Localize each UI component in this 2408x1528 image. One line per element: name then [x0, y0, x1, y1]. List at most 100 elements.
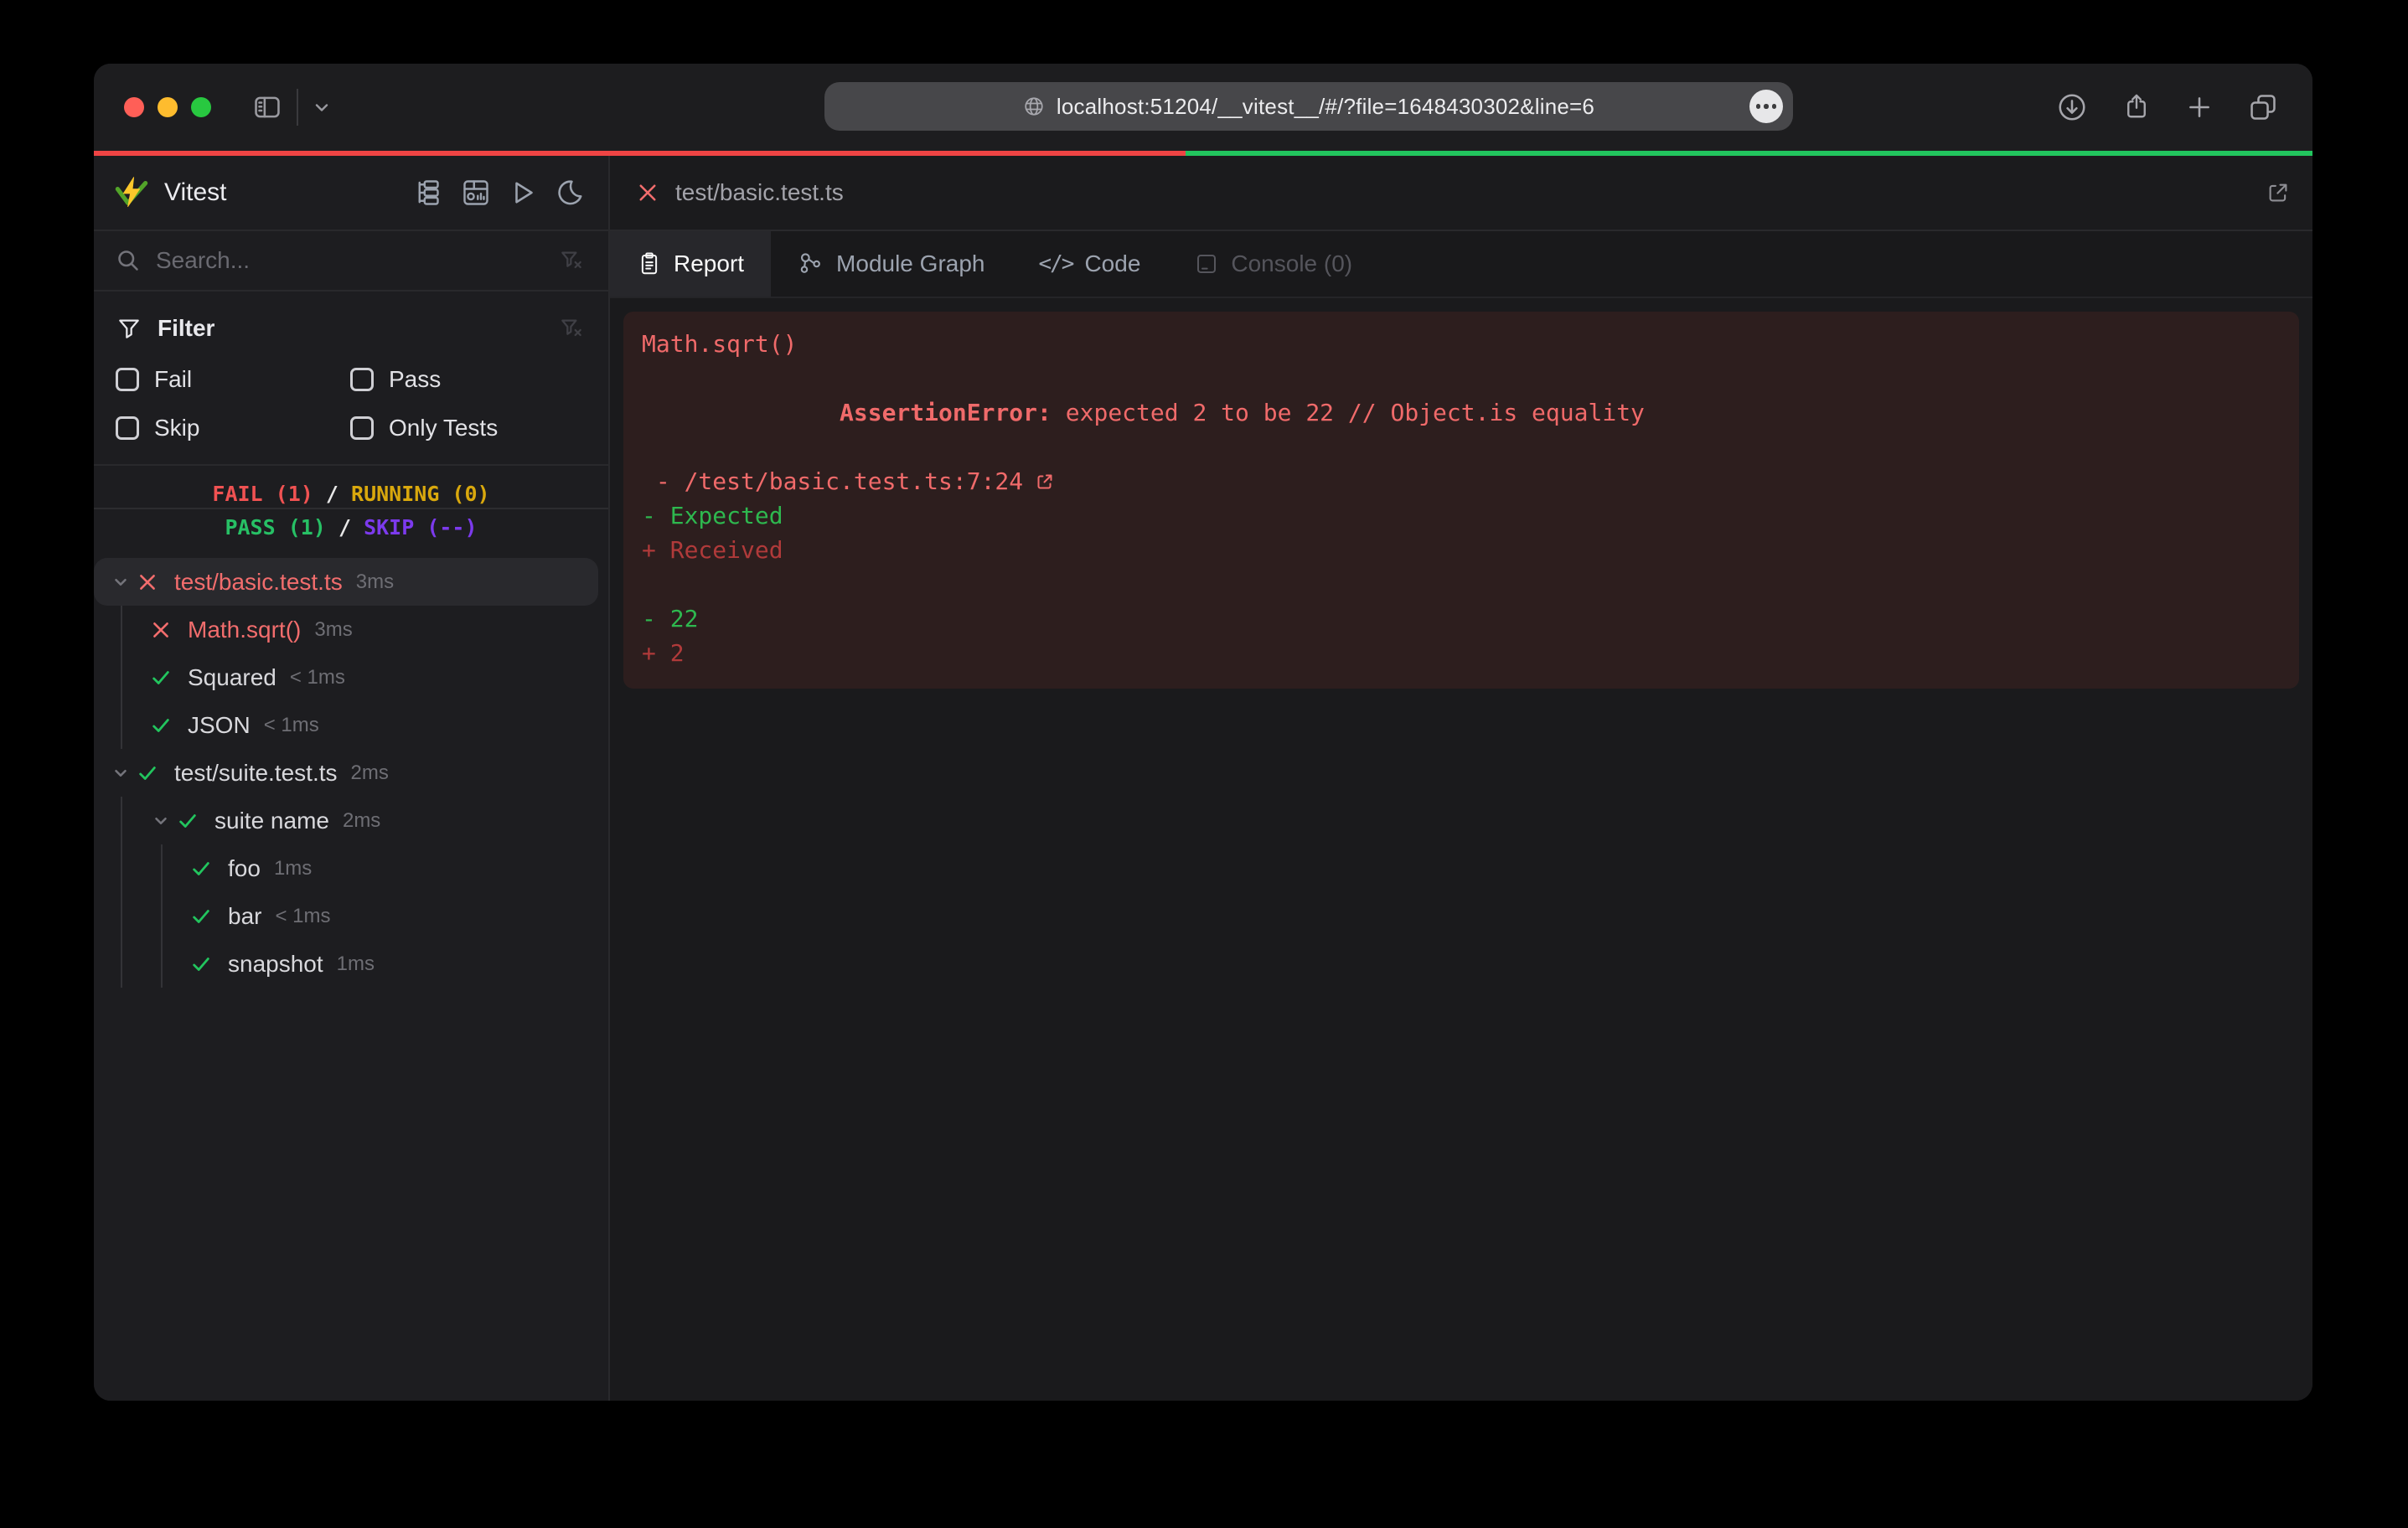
- tree-item-file-basic[interactable]: test/basic.test.ts 3ms: [94, 558, 598, 606]
- url-text: localhost:51204/__vitest__/#/?file=16484…: [1057, 94, 1594, 120]
- toolbar-divider: [297, 89, 298, 126]
- tree-item-duration: 3ms: [314, 618, 352, 642]
- tree-item-suite-name[interactable]: suite name 2ms: [94, 797, 598, 844]
- filter-checkbox-skip[interactable]: Skip: [116, 412, 350, 444]
- tree-item-test-json[interactable]: JSON < 1ms: [94, 701, 598, 749]
- pass-icon: [134, 762, 161, 784]
- search-input[interactable]: [156, 247, 558, 274]
- checkbox[interactable]: [116, 416, 139, 440]
- console-icon: [1194, 251, 1219, 276]
- pass-icon: [174, 810, 201, 832]
- tree-item-duration: 1ms: [337, 952, 375, 976]
- tree-item-label: foo: [228, 855, 261, 882]
- tree-item-label: Math.sqrt(): [188, 617, 301, 643]
- zoom-window-button[interactable]: [191, 97, 211, 117]
- checkbox[interactable]: [350, 416, 374, 440]
- browser-toolbar: localhost:51204/__vitest__/#/?file=16484…: [94, 64, 2312, 151]
- open-in-editor-icon[interactable]: [2266, 180, 2291, 205]
- tree-item-file-suite[interactable]: test/suite.test.ts 2ms: [94, 749, 598, 797]
- tree-item-test-snapshot[interactable]: snapshot 1ms: [94, 940, 598, 988]
- tree-item-test-bar[interactable]: bar < 1ms: [94, 892, 598, 940]
- tab-console[interactable]: Console (0): [1167, 231, 1379, 297]
- summary-skip-count: SKIP (--): [364, 515, 477, 539]
- chevron-down-icon[interactable]: [147, 812, 174, 830]
- clear-filter-icon[interactable]: [558, 315, 585, 342]
- checkbox-label: Fail: [154, 366, 192, 393]
- sidebar-toggle-icon[interactable]: [251, 91, 283, 123]
- pass-icon: [147, 715, 174, 736]
- fail-icon: [134, 572, 161, 592]
- checkbox[interactable]: [350, 368, 374, 391]
- diff-received-value: + 2: [642, 636, 2281, 670]
- chevron-down-icon[interactable]: [107, 573, 134, 591]
- tree-item-test-squared[interactable]: Squared < 1ms: [94, 653, 598, 701]
- close-window-button[interactable]: [124, 97, 144, 117]
- tree-item-duration: < 1ms: [290, 666, 345, 689]
- vitest-logo-icon: [114, 175, 149, 210]
- address-bar[interactable]: localhost:51204/__vitest__/#/?file=16484…: [824, 82, 1793, 131]
- screen: localhost:51204/__vitest__/#/?file=16484…: [0, 0, 2408, 1528]
- app-title: Vitest: [164, 178, 227, 207]
- code-icon: </>: [1038, 251, 1072, 276]
- tab-report[interactable]: Report: [610, 231, 771, 297]
- filter-checkbox-pass[interactable]: Pass: [350, 364, 585, 395]
- checkbox-label: Pass: [389, 366, 441, 393]
- tab-label: Report: [674, 250, 744, 277]
- dark-mode-toggle-icon[interactable]: [555, 178, 585, 208]
- report-view: Math.sqrt() AssertionError: expected 2 t…: [610, 298, 2312, 1401]
- tree-item-duration: 1ms: [274, 857, 312, 880]
- main-panel: test/basic.test.ts: [610, 156, 2312, 1401]
- clear-search-filter-icon[interactable]: [558, 247, 585, 274]
- indent-guide: [121, 797, 122, 988]
- tab-code[interactable]: </> Code: [1011, 231, 1167, 297]
- error-stack-line: - /test/basic.test.ts:7:24: [642, 464, 2281, 498]
- downloads-icon[interactable]: [2056, 91, 2088, 123]
- error-message: AssertionError: expected 2 to be 22 // O…: [642, 361, 2281, 464]
- tree-item-test-foo[interactable]: foo 1ms: [94, 844, 598, 892]
- error-name: AssertionError:: [840, 399, 1052, 426]
- tab-label: Console (0): [1231, 250, 1352, 277]
- sidebar: Vitest: [94, 156, 610, 1401]
- view-tabs: Report Module Graph </> Code: [610, 231, 2312, 298]
- dashboard-icon[interactable]: [461, 178, 491, 208]
- module-graph-icon: [798, 250, 824, 277]
- filter-checkbox-fail[interactable]: Fail: [116, 364, 350, 395]
- new-tab-icon[interactable]: [2185, 93, 2214, 121]
- chevron-down-icon[interactable]: [312, 97, 332, 117]
- tab-overview-icon[interactable]: [2247, 91, 2279, 123]
- tree-item-duration: < 1ms: [264, 714, 319, 737]
- pass-icon: [147, 667, 174, 689]
- tree-item-label: JSON: [188, 712, 251, 739]
- tree-item-label: Squared: [188, 664, 276, 691]
- tree-item-label: test/suite.test.ts: [174, 760, 338, 787]
- run-all-icon[interactable]: [508, 178, 538, 208]
- error-report-panel: Math.sqrt() AssertionError: expected 2 t…: [623, 312, 2299, 689]
- stack-frame-link[interactable]: - /test/basic.test.ts:7:24: [642, 464, 1023, 498]
- filter-checkbox-only-tests[interactable]: Only Tests: [350, 412, 585, 444]
- diff-expected-label: - Expected: [642, 498, 2281, 533]
- pass-icon: [188, 858, 214, 880]
- summary-pass-count: PASS (1): [225, 515, 325, 539]
- globe-icon: [1023, 96, 1045, 117]
- tree-item-label: suite name: [214, 808, 329, 834]
- pass-icon: [188, 953, 214, 975]
- tree-item-duration: 2ms: [343, 809, 380, 833]
- collapse-tree-icon[interactable]: [414, 178, 444, 208]
- summary-running-count: RUNNING (0): [351, 482, 490, 506]
- tree-item-duration: < 1ms: [275, 905, 330, 928]
- fail-icon: [637, 182, 659, 204]
- tree-item-duration: 3ms: [356, 570, 394, 594]
- tab-module-graph[interactable]: Module Graph: [771, 231, 1011, 297]
- pass-icon: [188, 906, 214, 927]
- open-in-editor-icon[interactable]: [1035, 472, 1055, 492]
- tree-item-test-mathsqrt[interactable]: Math.sqrt() 3ms: [94, 606, 598, 653]
- checkbox[interactable]: [116, 368, 139, 391]
- filter-heading: Filter: [158, 315, 214, 342]
- minimize-window-button[interactable]: [158, 97, 178, 117]
- filter-section: Filter Fail: [94, 292, 608, 466]
- chevron-down-icon[interactable]: [107, 764, 134, 782]
- search-icon: [116, 248, 141, 273]
- share-icon[interactable]: [2121, 92, 2152, 122]
- page-settings-icon[interactable]: [1749, 90, 1783, 123]
- browser-window: localhost:51204/__vitest__/#/?file=16484…: [94, 64, 2312, 1401]
